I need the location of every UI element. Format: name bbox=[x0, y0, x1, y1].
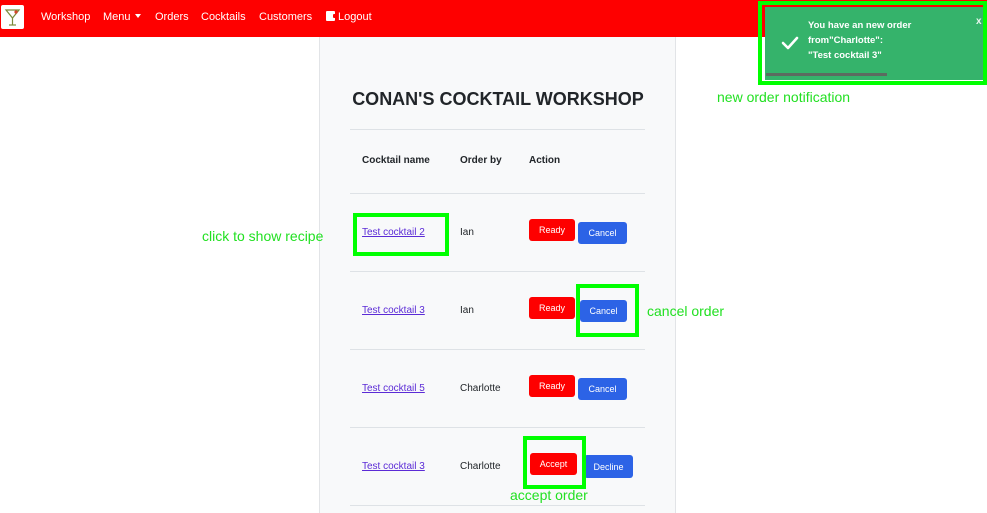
annotation-recipe: click to show recipe bbox=[202, 228, 324, 244]
cancel-button[interactable]: Cancel bbox=[578, 222, 627, 244]
nav-customers[interactable]: Customers bbox=[259, 11, 312, 24]
page-title: CONAN'S COCKTAIL WORKSHOP bbox=[352, 89, 644, 109]
header-order-by: Order by bbox=[460, 155, 502, 166]
divider bbox=[350, 505, 645, 506]
cocktail-glass-icon[interactable] bbox=[1, 5, 24, 29]
nav-cocktails[interactable]: Cocktails bbox=[201, 11, 246, 24]
divider bbox=[350, 427, 645, 428]
annotation-accept: accept order bbox=[510, 487, 588, 503]
nav-menu-label: Menu bbox=[103, 11, 131, 23]
nav-orders[interactable]: Orders bbox=[155, 11, 189, 24]
divider bbox=[350, 129, 645, 130]
nav-logout-label: Logout bbox=[338, 11, 372, 23]
order-by-cell: Ian bbox=[460, 227, 474, 238]
divider bbox=[350, 349, 645, 350]
ready-button[interactable]: Ready bbox=[529, 297, 575, 319]
header-cocktail-name: Cocktail name bbox=[362, 155, 430, 166]
accept-highlight-box bbox=[523, 436, 586, 489]
annotation-cancel: cancel order bbox=[647, 303, 725, 319]
nav-workshop[interactable]: Workshop bbox=[41, 11, 90, 24]
logout-icon bbox=[326, 11, 337, 21]
cocktail-link[interactable]: Test cocktail 3 bbox=[362, 461, 425, 472]
cocktail-link[interactable]: Test cocktail 5 bbox=[362, 383, 425, 394]
notification-highlight-box bbox=[758, 1, 987, 85]
divider bbox=[350, 271, 645, 272]
decline-button[interactable]: Decline bbox=[584, 455, 633, 478]
ready-button[interactable]: Ready bbox=[529, 219, 575, 241]
cocktail-link[interactable]: Test cocktail 3 bbox=[362, 305, 425, 316]
nav-logout[interactable]: Logout bbox=[326, 11, 372, 24]
order-by-cell: Charlotte bbox=[460, 461, 501, 472]
cancel-highlight-box bbox=[576, 284, 639, 337]
order-by-cell: Ian bbox=[460, 305, 474, 316]
divider bbox=[350, 193, 645, 194]
ready-button[interactable]: Ready bbox=[529, 375, 575, 397]
cancel-button[interactable]: Cancel bbox=[578, 378, 627, 400]
header-action: Action bbox=[529, 155, 561, 166]
recipe-highlight-box bbox=[353, 213, 449, 256]
annotation-notification: new order notification bbox=[717, 89, 851, 105]
order-by-cell: Charlotte bbox=[460, 383, 501, 394]
caret-down-icon bbox=[134, 14, 141, 19]
nav-menu-dropdown[interactable]: Menu bbox=[103, 11, 141, 24]
